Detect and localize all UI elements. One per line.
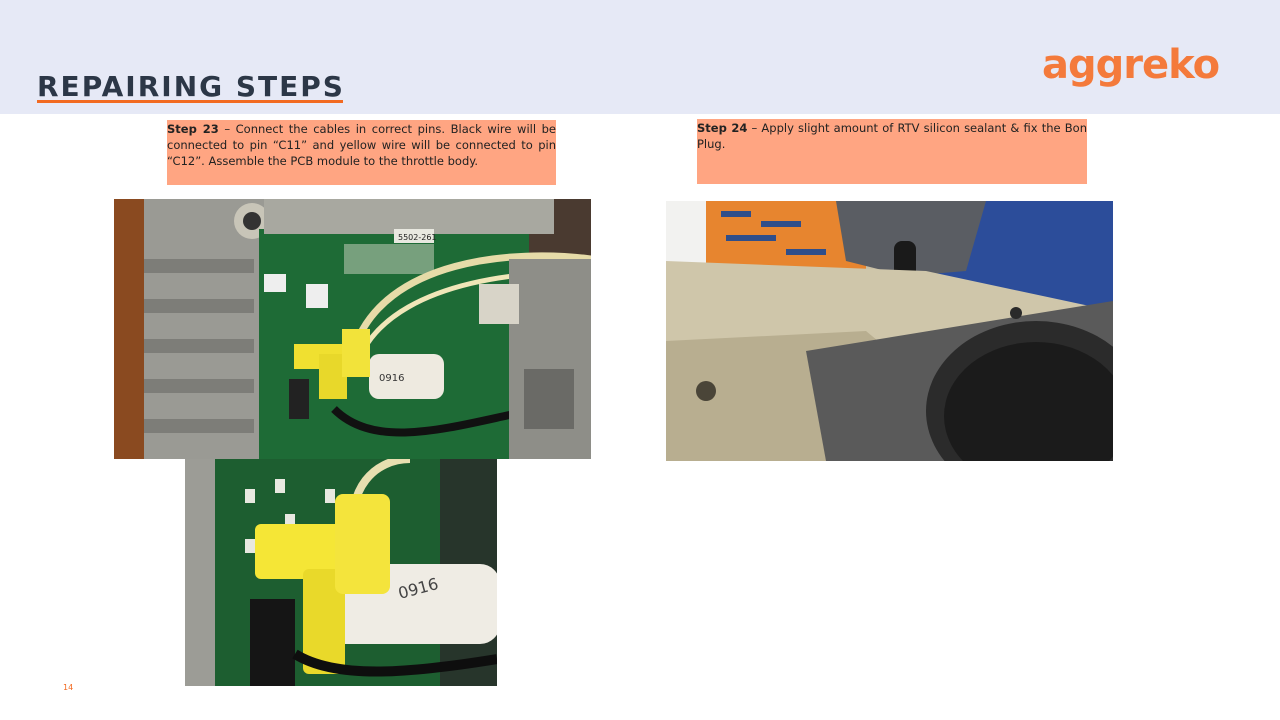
- pcb-closeup-photo: 0916: [185, 459, 497, 686]
- step-24-box: Step 24 – Apply slight amount of RTV sil…: [697, 119, 1087, 184]
- pcb-overview-illustration: 5502-261 0916: [114, 199, 591, 459]
- step-24-label: Step 24: [697, 121, 748, 135]
- step-23-label: Step 23: [167, 122, 219, 136]
- step-23-box: Step 23 – Connect the cables in correct …: [167, 120, 556, 185]
- slide-title: REPAIRING STEPS: [37, 70, 345, 103]
- pcb-board-label: 5502-261: [398, 233, 437, 242]
- pcb-sticker-label: 0916: [379, 373, 404, 384]
- page-number: 14: [63, 683, 74, 692]
- title-underline: [37, 100, 343, 103]
- step-24-text: – Apply slight amount of RTV silicon sea…: [697, 121, 1087, 151]
- aggreko-logo: aggreko: [1042, 42, 1220, 88]
- pcb-overview-photo: 5502-261 0916: [114, 199, 591, 459]
- step-23-text: – Connect the cables in correct pins. Bl…: [167, 122, 556, 168]
- pcb-closeup-illustration: 0916: [185, 459, 497, 686]
- bon-plug-photo: [666, 201, 1113, 461]
- bon-plug-illustration: [666, 201, 1113, 461]
